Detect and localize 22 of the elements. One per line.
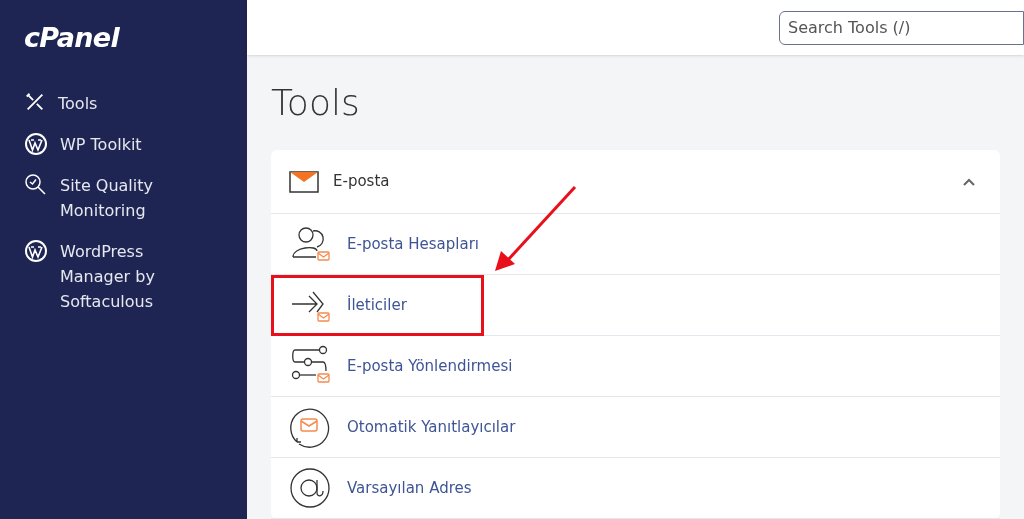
tool-link[interactable]: Varsayılan Adres [347,476,472,500]
search-field[interactable]: Search Tools (/) [779,10,1024,45]
sidebar-item[interactable]: WordPress Manager by Softaculous [24,239,223,314]
section-title: E-posta [333,171,390,193]
sidebar-item[interactable]: Site Quality Monitoring [24,173,223,223]
wordpress-icon [24,132,48,156]
tool-link[interactable]: Otomatik Yanıtlayıcılar [347,415,516,439]
autoreply-mail-icon [289,406,331,448]
tool-link[interactable]: İleticiler [347,293,407,317]
logo: cPanel [24,24,120,51]
tool-link[interactable]: E-posta Yönlendirmesi [347,354,513,378]
tools-icon [24,91,46,113]
wordpress-icon [24,239,48,263]
sidebar-item[interactable]: WP Toolkit [24,132,223,157]
section-header[interactable]: E-posta [271,150,1000,214]
envelope-icon [289,170,319,193]
collapse-icon[interactable] [962,176,976,187]
page-title: Tools [271,83,360,123]
tool-link[interactable]: E-posta Hesapları [347,232,479,256]
at-sign-icon [289,467,331,509]
sidebar-item[interactable]: Tools [24,91,223,116]
search-check-icon [24,173,48,197]
